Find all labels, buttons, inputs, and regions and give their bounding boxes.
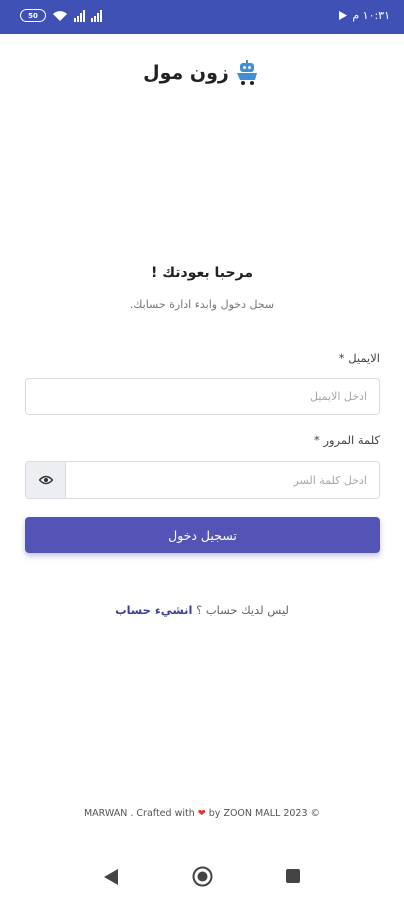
- status-bar: 50 ١٠:٣١ م: [0, 0, 404, 34]
- email-field[interactable]: [25, 378, 380, 415]
- email-label: الايميل *: [339, 351, 380, 365]
- system-nav-bar: [0, 855, 404, 900]
- play-icon: [339, 11, 348, 20]
- heart-icon: ❤: [197, 808, 206, 819]
- login-button[interactable]: تسجيل دخول: [25, 517, 380, 553]
- footer-suffix: by ZOON MALL 2023 ©: [208, 808, 321, 819]
- status-time: ١٠:٣١ م: [352, 9, 390, 22]
- footer-prefix: MARWAN . Crafted with: [83, 808, 195, 819]
- password-label: كلمة المرور *: [314, 433, 380, 447]
- signup-prompt: ليس لديك حساب ؟ انشيء حساب: [0, 603, 404, 617]
- status-icons: 50: [20, 9, 102, 22]
- logo-text: زون مول: [143, 62, 229, 84]
- footer: MARWAN . Crafted with ❤ by ZOON MALL 202…: [0, 808, 404, 819]
- signal-icon-2: [91, 9, 102, 22]
- welcome-title: مرحبا بعودتك !: [151, 265, 253, 281]
- battery-icon: 50: [20, 9, 46, 22]
- signup-prompt-text: ليس لديك حساب ؟: [196, 603, 289, 617]
- back-icon[interactable]: [103, 868, 119, 886]
- required-mark: *: [338, 351, 345, 365]
- email-label-text: الايميل: [348, 351, 380, 365]
- wifi-icon: [53, 10, 67, 21]
- app-logo: زون مول: [0, 60, 404, 86]
- password-label-text: كلمة المرور: [323, 433, 380, 447]
- status-time-area: ١٠:٣١ م: [339, 9, 390, 22]
- robot-cart-icon: [236, 60, 257, 85]
- recent-apps-icon[interactable]: [286, 869, 300, 883]
- password-field[interactable]: [66, 462, 379, 498]
- eye-icon: [38, 475, 53, 485]
- welcome-subtitle: سجل دخول وابدء ادارة حسابك.: [129, 298, 275, 311]
- password-group: [25, 461, 380, 499]
- home-icon[interactable]: [192, 866, 213, 887]
- required-mark: *: [314, 433, 320, 447]
- signal-icon-1: [74, 9, 85, 22]
- show-password-button[interactable]: [26, 462, 66, 498]
- battery-level: 50: [28, 11, 38, 20]
- create-account-link[interactable]: انشيء حساب: [115, 603, 192, 617]
